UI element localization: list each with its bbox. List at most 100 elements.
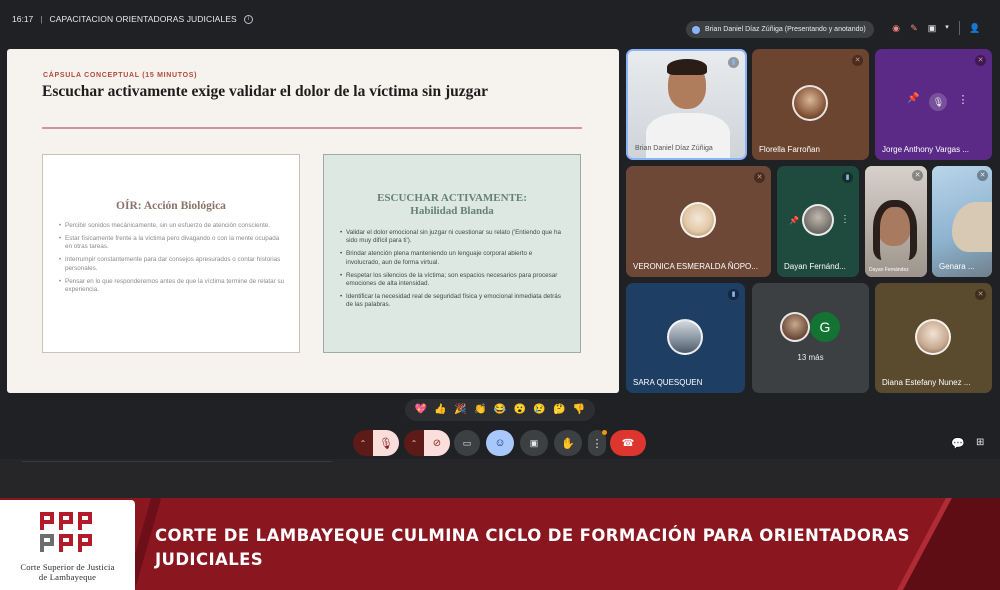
participant-name: Jorge Anthony Vargas ...: [882, 145, 970, 154]
card-escuchar-bullet: Validar el dolor emocional sin juzgar ni…: [340, 229, 566, 246]
present-screen-icon: ▣: [529, 437, 539, 448]
camera-person-hair: [873, 200, 917, 260]
avatar: [802, 204, 834, 236]
more-participants-count: 13 más: [797, 353, 824, 362]
captions-icon: ▭: [462, 437, 472, 448]
chat-icon[interactable]: 💬: [951, 437, 965, 450]
presenter-body: [646, 113, 730, 158]
present-button[interactable]: ▣: [520, 430, 548, 456]
mic-toggle-button[interactable]: 🎙: [373, 430, 399, 456]
card-oir-bullet: Estar físicamente frente a la víctima pe…: [59, 235, 285, 252]
card-escuchar: ESCUCHAR ACTIVAMENTE: Habilidad Blanda V…: [323, 154, 581, 353]
participant-name: SARA QUESQUEN: [633, 378, 703, 387]
mic-off-icon[interactable]: 🎙: [929, 93, 948, 111]
banner-headline: CORTE DE LAMBAYEQUE CULMINA CICLO DE FOR…: [155, 526, 910, 569]
court-emblem-icon: [40, 512, 92, 552]
avatar: [792, 85, 828, 121]
reaction-laugh-icon[interactable]: 😂: [494, 404, 506, 416]
tile-jorge[interactable]: 📌 🎙 ⋮ ✕ Jorge Anthony Vargas ...: [875, 49, 992, 160]
avatar: [780, 312, 810, 342]
camera-options-button[interactable]: ⌃: [404, 430, 424, 456]
card-escuchar-title-line1: ESCUCHAR ACTIVAMENTE:: [377, 192, 527, 204]
court-logo-text: Corte Superior de Justicia de Lambayeque: [0, 562, 135, 582]
reaction-thumbs-down-icon[interactable]: 👎: [573, 404, 585, 416]
mic-off-icon: ✕: [975, 289, 986, 300]
chevron-down-icon[interactable]: ▾: [943, 21, 951, 35]
participant-name: VERONICA ESMERALDA ÑOPO...: [633, 262, 758, 271]
mic-off-icon: 🎙: [379, 437, 393, 450]
tile-dayan-camera[interactable]: ✕ Dayan Fernández: [865, 166, 927, 277]
mic-off-icon: ✕: [975, 55, 986, 66]
more-options-icon[interactable]: ⋮: [840, 214, 850, 225]
card-oir-title: OÍR: Acción Biológica: [116, 200, 226, 212]
reaction-surprised-icon[interactable]: 😮: [513, 404, 525, 416]
tile-sara[interactable]: ▮ SARA QUESQUEN: [626, 283, 745, 393]
avatar: [915, 319, 951, 355]
camera-name-overlay: Dayan Fernández: [869, 267, 909, 273]
captions-button[interactable]: ▭: [454, 430, 480, 456]
people-icon[interactable]: 👤: [968, 21, 982, 35]
card-escuchar-list: Validar el dolor emocional sin juzgar ni…: [340, 229, 566, 314]
tile-diana[interactable]: ✕ Diana Estefany Nunez ...: [875, 283, 992, 393]
card-escuchar-bullet: Respetar los silencios de la víctima; so…: [340, 272, 566, 289]
tile-dayan[interactable]: 📌 ⋮ ▮ Dayan Fernánd...: [777, 166, 859, 277]
chevron-up-icon: ⌃: [359, 438, 367, 448]
emoji-button[interactable]: ☺: [486, 430, 514, 456]
speaking-icon: ▮: [842, 172, 853, 183]
hand-icon: ✋: [561, 437, 575, 450]
participant-name: Dayan Fernánd...: [784, 262, 846, 271]
toolbar-divider: [959, 21, 960, 35]
meeting-time: 16:17: [12, 14, 34, 24]
avatar: [680, 202, 716, 238]
apps-grid-icon[interactable]: ⊞: [976, 437, 984, 448]
more-options-icon[interactable]: ⋮: [957, 93, 968, 111]
reaction-thumbs-up-icon[interactable]: 👍: [434, 404, 446, 416]
presenter-status-chip[interactable]: Brian Daniel Díaz Zúñiga (Presentando y …: [686, 21, 874, 38]
participant-name: Genara ...: [939, 262, 975, 271]
news-banner: CORTE DE LAMBAYEQUE CULMINA CICLO DE FOR…: [0, 498, 1000, 590]
slide-kicker: CÁPSULA CONCEPTUAL (15 MINUTOS): [43, 72, 198, 79]
court-logo-line2: de Lambayeque: [38, 571, 97, 582]
reaction-thinking-icon[interactable]: 🤔: [553, 404, 565, 416]
chevron-up-icon: ⌃: [410, 438, 418, 448]
meeting-control-bar: ⌃ 🎙 ⌃ ⊘ ▭ ☺ ▣ ✋ ⋮ ☎ 💬 ⊞: [0, 427, 1000, 459]
tile-more-participants[interactable]: G 13 más: [752, 283, 869, 393]
presenter-status-text: Brian Daniel Díaz Zúñiga (Presentando y …: [705, 26, 866, 33]
raise-hand-button[interactable]: ✋: [554, 430, 582, 456]
camera-toggle-button[interactable]: ⊘: [424, 430, 450, 456]
reaction-sad-icon[interactable]: 😢: [533, 404, 545, 416]
title-separator: |: [40, 14, 43, 24]
mic-off-icon: ✕: [754, 172, 765, 183]
mic-options-button[interactable]: ⌃: [353, 430, 373, 456]
card-oir-bullet: Interrumpir constantemente para dar cons…: [59, 256, 285, 273]
annotate-icon[interactable]: ✎: [907, 21, 921, 35]
card-escuchar-bullet: Brindar atención plena manteniendo un le…: [340, 250, 566, 267]
reaction-heart-icon[interactable]: 💖: [415, 404, 427, 416]
screen-share-icon[interactable]: ▣: [925, 21, 939, 35]
recording-icon[interactable]: ◉: [889, 21, 903, 35]
mic-off-icon: ✕: [977, 170, 988, 181]
video-bottom-band: [0, 459, 1000, 498]
pin-icon[interactable]: 📌: [907, 93, 919, 111]
tile-presenter[interactable]: ▮ Brian Daniel Díaz Zúñiga: [626, 49, 747, 160]
reaction-party-icon[interactable]: 🎉: [454, 404, 466, 416]
top-right-tools: ◉ ✎ ▣ ▾ 👤: [889, 21, 982, 35]
leave-call-button[interactable]: ☎: [610, 430, 646, 456]
meeting-title: CAPACITACION ORIENTADORAS JUDICIALES: [49, 14, 237, 24]
reaction-clap-icon[interactable]: 👏: [474, 404, 486, 416]
reactions-bar: 💖 👍 🎉 👏 😂 😮 😢 🤔 👎: [405, 399, 595, 421]
pin-icon[interactable]: 📌: [789, 216, 799, 225]
tile-veronica[interactable]: ✕ VERONICA ESMERALDA ÑOPO...: [626, 166, 771, 277]
card-oir: OÍR: Acción Biológica Percibir sonidos m…: [42, 154, 300, 353]
avatar-letter: G: [810, 312, 840, 342]
hang-up-icon: ☎: [621, 437, 635, 449]
card-escuchar-title: ESCUCHAR ACTIVAMENTE: Habilidad Blanda: [324, 192, 580, 218]
tile-genara[interactable]: ✕ Genara ...: [932, 166, 992, 277]
info-icon[interactable]: i: [243, 14, 253, 24]
tile-florella[interactable]: ✕ Florella Farroñan: [752, 49, 869, 160]
avatar: [667, 319, 703, 355]
slide-heading: Escuchar activamente exige validar el do…: [42, 83, 489, 100]
smiley-icon: ☺: [494, 437, 506, 449]
camera-off-icon: ⊘: [432, 437, 442, 449]
mic-off-icon: ✕: [852, 55, 863, 66]
